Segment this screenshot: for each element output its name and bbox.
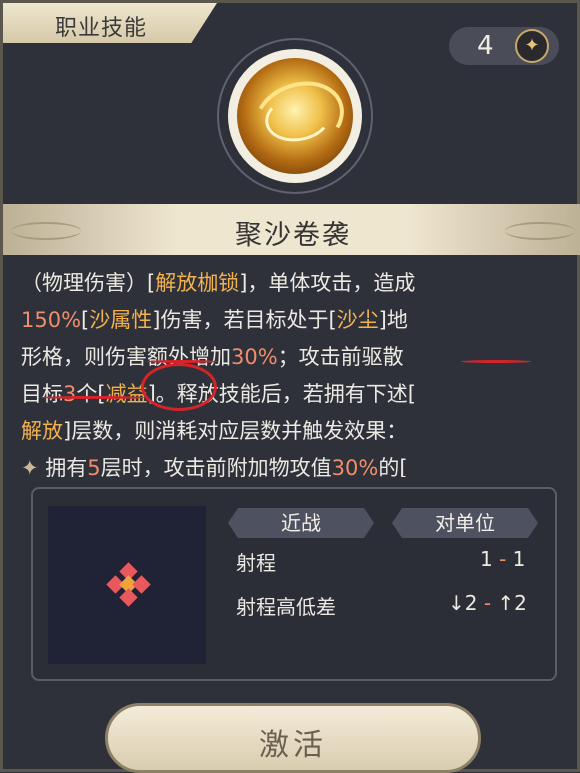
description-segment: 沙属性 [89,308,153,332]
description-segment: 个[ [76,382,106,406]
description-line: （物理伤害）[解放枷锁]，单体攻击，造成 [21,265,565,302]
skill-point-counter: 4 ✦ [449,27,559,65]
range-separator: - [499,547,507,571]
skill-description: （物理伤害）[解放枷锁]，单体攻击，造成 150%[沙属性]伤害，若目标处于[沙尘… [21,265,565,477]
header-title: 职业技能 [55,16,148,41]
skill-panel: 职业技能 4 ✦ 聚沙卷袭 （物理伤害）[解放枷锁]，单体攻击，造成 150%[沙… [0,0,580,773]
description-segment: （物理伤害）[ [21,271,156,295]
range-max: 1 [512,547,526,571]
description-line: ✦ 拥有5层时，攻击前附加物攻值30%的[ [21,450,565,477]
annotation-underline [41,396,145,399]
description-line: 解放]层数，则消耗对应层数并触发效果： [21,413,565,450]
height-separator: - [483,591,492,615]
activate-button[interactable]: 激活 [105,703,481,773]
description-segment: ]地 [378,308,408,332]
description-segment: 150% [21,308,82,332]
annotation-underline [461,360,531,363]
star-bullet-icon: ✦ [21,456,46,477]
height-up: ↑2 [497,591,527,615]
description-segment: ]层数，则消耗对应层数并触发效果： [63,419,408,443]
range-cell [119,588,138,607]
skill-name-band: 聚沙卷袭 [3,204,580,255]
description-segment: 的[ [378,456,408,477]
range-value: 1 - 1 [480,547,525,571]
description-segment: ；攻击前驱散 [277,345,404,369]
skill-name: 聚沙卷袭 [235,220,351,251]
description-segment: ]伤害，若目标处于[ [152,308,337,332]
activate-label: 激活 [259,728,327,763]
height-diff-value: ↓2 - ↑2 [448,591,527,615]
range-min: 1 [480,547,493,571]
header-tab: 职业技能 [3,3,217,43]
description-segment: 沙尘 [336,308,379,332]
description-segment: 3 [63,382,77,406]
target-type-tag: 对单位 [392,508,538,538]
description-segment: ]，单体攻击，造成 [239,271,416,295]
description-segment: 拥有 [45,456,88,477]
description-segment: 解放 [21,419,63,443]
description-segment: 解放枷锁 [155,271,240,295]
description-line: 形格，则伤害额外增加30%；攻击前驱散 [21,339,565,376]
description-segment: 层时，攻击前附加物攻值 [100,456,332,477]
height-diff-label: 射程高低差 [236,595,336,619]
description-segment: 目标 [21,382,63,406]
attack-type-tag: 近战 [228,508,374,538]
sparkle-coin-icon: ✦ [515,29,549,63]
description-segment: 形格，则伤害额外增加 [21,345,231,369]
annotation-circle [141,363,217,411]
description-segment: 30% [231,345,278,369]
description-line: 150%[沙属性]伤害，若目标处于[沙尘]地 [21,302,565,339]
description-segment: 30% [331,456,379,477]
description-line: 目标3个[减益]。释放技能后，若拥有下述[ [21,376,565,413]
range-label: 射程 [236,551,276,575]
range-cell [132,575,151,594]
skill-point-value: 4 [477,31,494,61]
description-segment: 5 [87,456,101,477]
range-grid [48,506,206,664]
height-down: ↓2 [448,591,478,615]
